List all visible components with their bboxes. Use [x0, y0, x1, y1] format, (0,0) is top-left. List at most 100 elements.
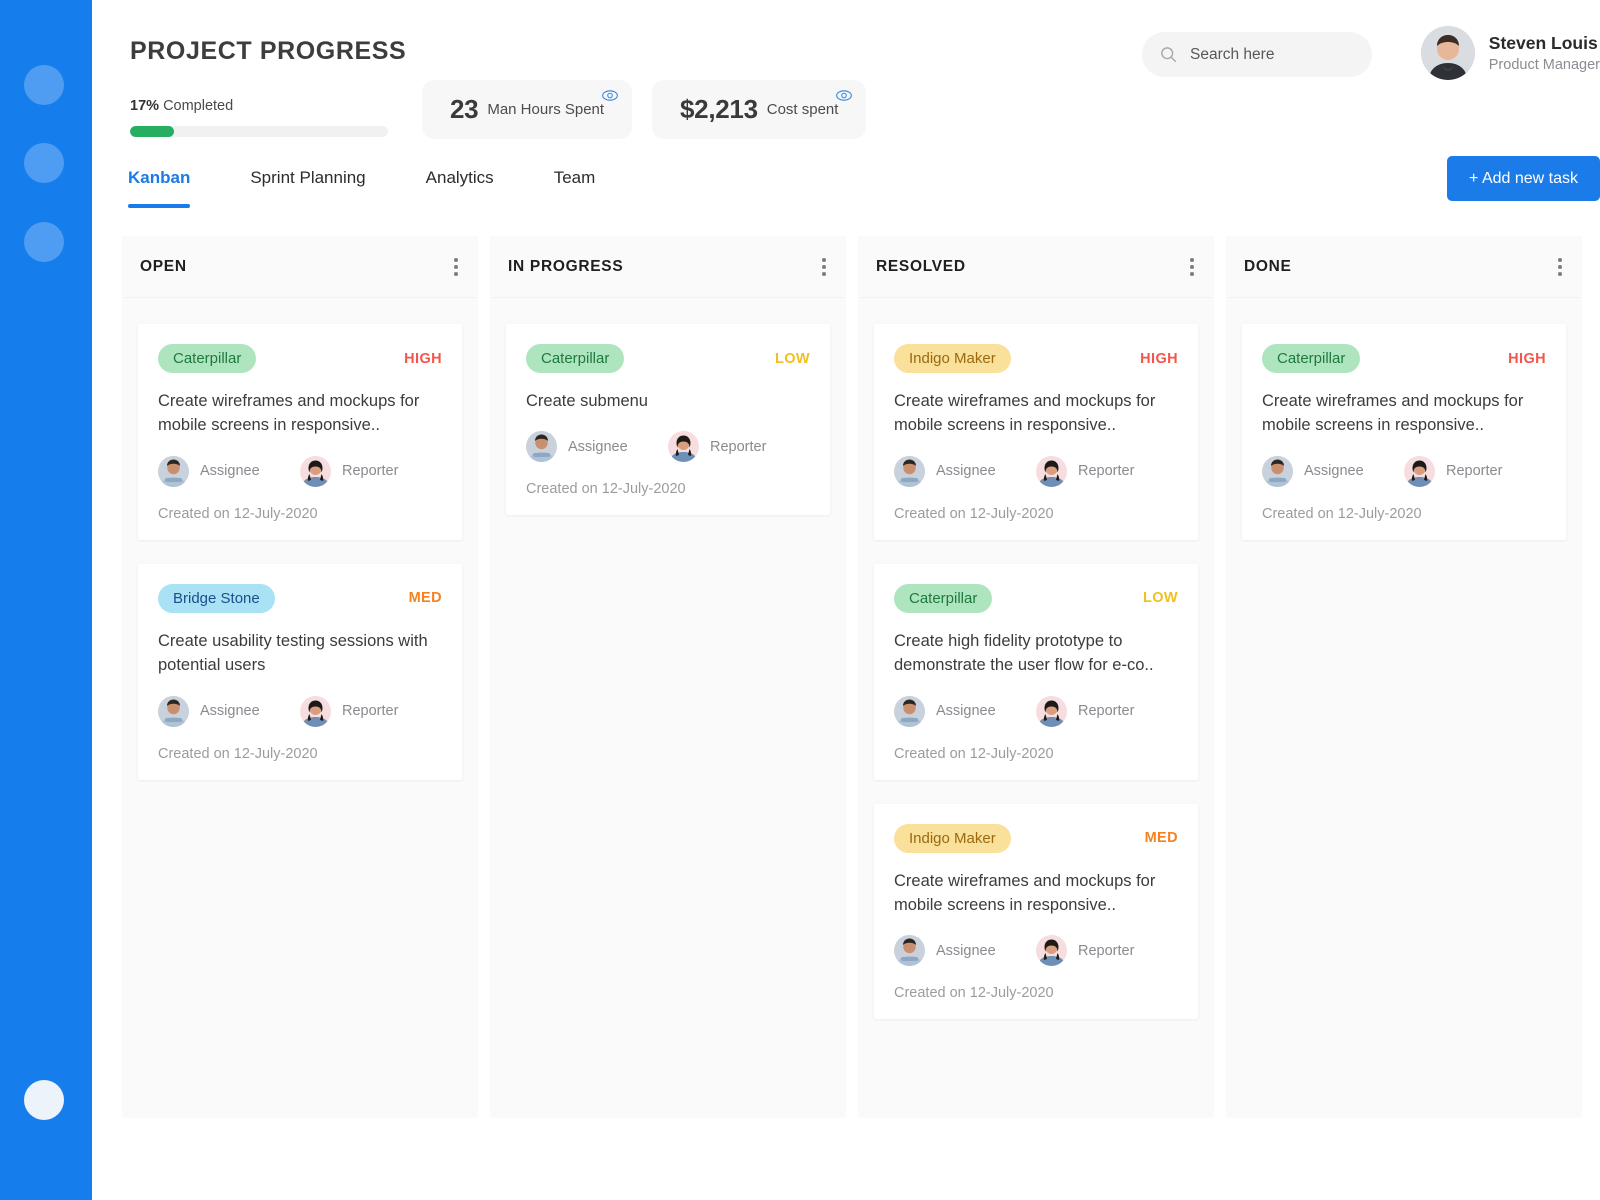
- task-card[interactable]: Caterpillar HIGH Create wireframes and moc…: [1242, 324, 1566, 540]
- card-header: Caterpillar HIGH: [158, 344, 442, 373]
- kebab-dot: [822, 257, 826, 262]
- priority-badge: HIGH: [404, 350, 442, 367]
- kebab-dot: [454, 257, 458, 262]
- task-card[interactable]: Caterpillar LOW Create submenu Assignee Re…: [506, 324, 830, 516]
- priority-badge: HIGH: [1140, 350, 1178, 367]
- task-card[interactable]: Caterpillar HIGH Create wireframes and moc…: [138, 324, 462, 540]
- kebab-menu-icon[interactable]: [450, 254, 462, 280]
- reporter[interactable]: Reporter: [1036, 695, 1178, 727]
- user-info: Steven Louis Product Manager: [1489, 33, 1600, 73]
- task-card[interactable]: Indigo Maker HIGH Create wireframes and mo…: [874, 324, 1198, 540]
- reporter[interactable]: Reporter: [1404, 455, 1546, 487]
- tab-label: Kanban: [128, 168, 191, 187]
- assignee[interactable]: Assignee: [894, 695, 1036, 727]
- assignee[interactable]: Assignee: [158, 455, 300, 487]
- progress-completed-text: Completed: [163, 98, 234, 114]
- column-header: OPEN: [122, 236, 478, 298]
- stat-card-cost-spent[interactable]: $2,213 Cost spent: [652, 80, 867, 139]
- assignee-label: Assignee: [936, 942, 996, 959]
- progress-fill: [130, 126, 174, 137]
- card-people: Assignee Reporter: [1262, 455, 1546, 487]
- search-input[interactable]: [1190, 45, 1350, 64]
- column-header: RESOLVED: [858, 236, 1214, 298]
- assignee-avatar: [894, 455, 925, 487]
- stat-card-man-hours[interactable]: 23 Man Hours Spent: [422, 80, 633, 139]
- card-header: Indigo Maker MED: [894, 823, 1178, 853]
- task-title: Create wireframes and mockups for mobile…: [894, 871, 1156, 915]
- kebab-menu-icon[interactable]: [1186, 254, 1198, 280]
- task-tag: Caterpillar: [526, 344, 625, 373]
- priority-badge: HIGH: [1508, 350, 1546, 367]
- priority-badge: LOW: [774, 350, 810, 367]
- reporter[interactable]: Reporter: [300, 695, 442, 727]
- task-card[interactable]: Caterpillar LOW Create high fidelity proto…: [874, 563, 1198, 780]
- assignee[interactable]: Assignee: [894, 935, 1036, 967]
- assignee[interactable]: Assignee: [894, 455, 1036, 487]
- task-card[interactable]: Indigo Maker MED Create wireframes and moc…: [874, 803, 1198, 1020]
- progress-label: 17% Completed: [130, 98, 390, 114]
- kebab-menu-icon[interactable]: [1554, 254, 1566, 280]
- reporter[interactable]: Reporter: [1036, 455, 1178, 487]
- eye-icon[interactable]: [836, 88, 853, 101]
- add-new-task-button[interactable]: + Add new task: [1447, 156, 1600, 201]
- task-title: Create wireframes and mockups for mobile…: [158, 392, 420, 435]
- search-box[interactable]: [1142, 32, 1372, 77]
- card-header: Bridge Stone MED: [158, 583, 442, 613]
- kanban-board: OPEN Caterpillar HIGH Create wireframes and…: [122, 236, 1582, 1118]
- progress-track: [130, 126, 388, 137]
- card-people: Assignee Reporter: [158, 455, 442, 487]
- task-tag: Indigo Maker: [894, 823, 1011, 853]
- assignee-avatar: [1262, 455, 1293, 487]
- task-tag: Caterpillar: [158, 344, 257, 373]
- column-cards: Caterpillar HIGH Create wireframes and moc…: [122, 298, 478, 780]
- assignee[interactable]: Assignee: [1262, 455, 1404, 487]
- kebab-dot: [1190, 257, 1194, 262]
- nav-dot-3[interactable]: [24, 222, 64, 262]
- kebab-dot: [454, 271, 458, 276]
- tab-sprint-planning[interactable]: Sprint Planning: [250, 160, 365, 208]
- tab-team[interactable]: Team: [554, 160, 596, 208]
- card-people: Assignee Reporter: [526, 431, 810, 463]
- card-people: Assignee Reporter: [894, 455, 1178, 487]
- user-profile[interactable]: Steven Louis Product Manager: [1420, 26, 1600, 80]
- column-title: DONE: [1244, 257, 1292, 275]
- nav-dot-2[interactable]: [24, 143, 64, 183]
- tab-analytics[interactable]: Analytics: [426, 160, 494, 208]
- kebab-dot: [822, 264, 826, 269]
- reporter-avatar: [1036, 935, 1067, 967]
- assignee-label: Assignee: [200, 463, 260, 480]
- stat-label-cost-spent: Cost spent: [766, 101, 839, 118]
- created-date: Created on 12-July-2020: [894, 745, 1054, 762]
- assignee-label: Assignee: [568, 438, 628, 455]
- reporter-label: Reporter: [1078, 703, 1135, 720]
- stat-label-man-hours: Man Hours Spent: [487, 101, 605, 118]
- card-people: Assignee Reporter: [894, 935, 1178, 967]
- task-title: Create usability testing sessions with p…: [158, 631, 428, 675]
- kebab-dot: [822, 271, 826, 276]
- eye-icon[interactable]: [602, 88, 618, 101]
- reporter-label: Reporter: [342, 703, 399, 720]
- header: PROJECT PROGRESS 17% Completed 23 Man Ho…: [92, 0, 1600, 150]
- reporter-avatar: [1036, 695, 1067, 727]
- tab-kanban[interactable]: Kanban: [128, 160, 191, 208]
- card-header: Caterpillar LOW: [526, 344, 810, 373]
- column-done: DONE Caterpillar HIGH Create wireframes and…: [1226, 236, 1582, 1118]
- card-people: Assignee Reporter: [158, 695, 442, 727]
- nav-dot-1[interactable]: [24, 65, 64, 105]
- assignee[interactable]: Assignee: [526, 431, 668, 463]
- assignee[interactable]: Assignee: [158, 695, 300, 727]
- main-area: PROJECT PROGRESS 17% Completed 23 Man Ho…: [92, 0, 1600, 1200]
- reporter[interactable]: Reporter: [1036, 935, 1178, 967]
- column-resolved: RESOLVED Indigo Maker HIGH Create wireframe…: [858, 236, 1214, 1118]
- column-header: IN PROGRESS: [490, 236, 846, 298]
- task-card[interactable]: Bridge Stone MED Create usability testing …: [138, 563, 462, 780]
- task-title: Create high fidelity prototype to demons…: [894, 631, 1154, 675]
- nav-dot-active[interactable]: [24, 1080, 64, 1120]
- reporter[interactable]: Reporter: [300, 455, 442, 487]
- reporter[interactable]: Reporter: [668, 431, 810, 463]
- tabs-row: Kanban Sprint Planning Analytics Team + Add…: [92, 150, 1600, 228]
- reporter-avatar: [300, 455, 331, 487]
- task-title: Create wireframes and mockups for mobile…: [894, 392, 1156, 435]
- stat-value-man-hours: 23: [450, 94, 479, 124]
- kebab-menu-icon[interactable]: [818, 254, 830, 280]
